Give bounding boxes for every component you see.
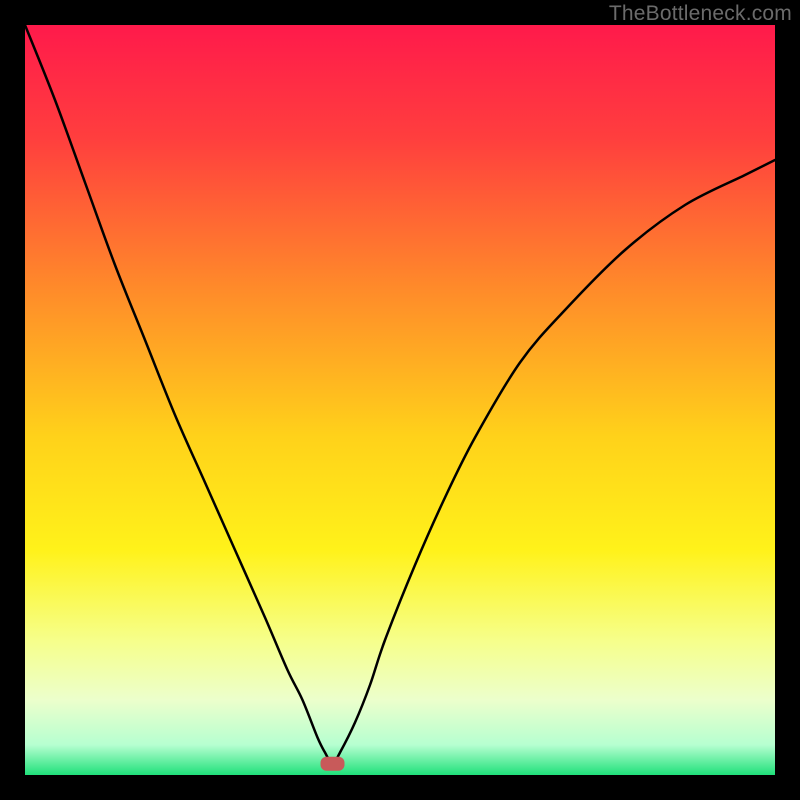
optimal-marker xyxy=(321,757,345,771)
chart-container: TheBottleneck.com xyxy=(0,0,800,800)
plot-area xyxy=(25,25,775,775)
watermark-text: TheBottleneck.com xyxy=(609,2,792,26)
gradient-background xyxy=(25,25,775,775)
chart-svg xyxy=(25,25,775,775)
